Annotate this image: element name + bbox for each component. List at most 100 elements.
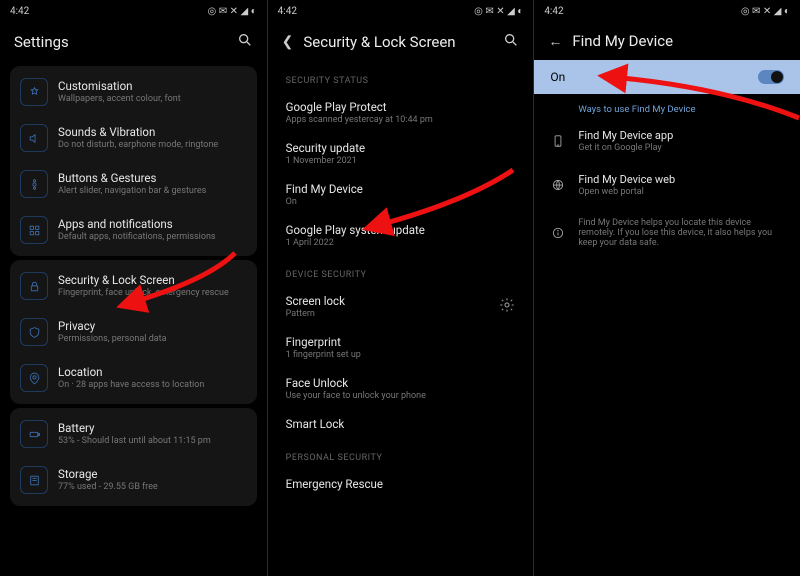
settings-row-apps[interactable]: Apps and notifications Default apps, not… bbox=[10, 207, 257, 253]
row-subtitle: 1 fingerprint set up bbox=[286, 350, 516, 360]
settings-group: Customisation Wallpapers, accent colour,… bbox=[10, 66, 257, 256]
settings-row-location[interactable]: Location On · 28 apps have access to loc… bbox=[10, 355, 257, 401]
row-title: Google Play Protect bbox=[286, 100, 516, 114]
privacy-icon bbox=[20, 318, 48, 346]
row-subtitle: Use your face to unlock your phone bbox=[286, 391, 516, 401]
row-subtitle: Alert slider, navigation bar & gestures bbox=[58, 186, 249, 197]
row-title: Fingerprint bbox=[286, 335, 516, 349]
security-row[interactable]: Security update1 November 2021 bbox=[272, 133, 530, 174]
phone-settings: 4:42 ◎ ✉ ✕ ◢ ◐ Settings Customisation Wa… bbox=[0, 0, 267, 576]
row-subtitle: On bbox=[286, 197, 516, 207]
status-icons: ◎ ✉ ✕ ◢ ◐ bbox=[208, 6, 257, 17]
security-row[interactable]: Screen lockPattern bbox=[272, 286, 530, 327]
location-icon bbox=[20, 364, 48, 392]
settings-row-customisation[interactable]: Customisation Wallpapers, accent colour,… bbox=[10, 69, 257, 115]
lock-icon bbox=[20, 272, 48, 300]
battery-icon bbox=[20, 420, 48, 448]
row-subtitle: Open web portal bbox=[578, 187, 784, 197]
info-icon bbox=[550, 226, 566, 240]
row-title: Apps and notifications bbox=[58, 217, 249, 231]
settings-list[interactable]: Customisation Wallpapers, accent colour,… bbox=[0, 62, 267, 576]
toggle-row[interactable]: On bbox=[534, 60, 800, 94]
settings-row-battery[interactable]: Battery 53% - Should last until about 11… bbox=[10, 411, 257, 457]
row-title: Smart Lock bbox=[286, 417, 516, 431]
security-row[interactable]: Smart Lock bbox=[272, 409, 530, 439]
page-title: Settings bbox=[14, 33, 227, 51]
row-title: Face Unlock bbox=[286, 376, 516, 390]
apps-icon bbox=[20, 216, 48, 244]
toggle-label: On bbox=[550, 70, 746, 84]
row-title: Google Play system update bbox=[286, 223, 516, 237]
back-icon[interactable]: ← bbox=[548, 33, 562, 50]
row-title: Battery bbox=[58, 421, 249, 435]
row-subtitle: 53% - Should last until about 11:15 pm bbox=[58, 436, 249, 447]
row-title: Find My Device web bbox=[578, 173, 784, 186]
row-subtitle: On · 28 apps have access to location bbox=[58, 380, 249, 391]
settings-row-lock[interactable]: Security & Lock Screen Fingerprint, face… bbox=[10, 263, 257, 309]
status-time: 4:42 bbox=[278, 6, 297, 17]
settings-row-privacy[interactable]: Privacy Permissions, personal data bbox=[10, 309, 257, 355]
back-icon[interactable]: ❮ bbox=[282, 34, 294, 50]
row-subtitle: Pattern bbox=[286, 309, 500, 319]
security-row[interactable]: Find My DeviceOn bbox=[272, 174, 530, 215]
row-subtitle: Default apps, notifications, permissions bbox=[58, 232, 249, 243]
security-row[interactable]: Google Play ProtectApps scanned yesterca… bbox=[272, 92, 530, 133]
row-title: Location bbox=[58, 365, 249, 379]
storage-icon bbox=[20, 466, 48, 494]
phone-security: 4:42 ◎ ✉ ✕ ◢ ◐ ❮ Security & Lock Screen … bbox=[267, 0, 534, 576]
fmd-row[interactable]: Find My Device app Get it on Google Play bbox=[534, 119, 800, 163]
row-title: Customisation bbox=[58, 79, 249, 93]
status-icons: ◎ ✉ ✕ ◢ ◐ bbox=[474, 6, 523, 17]
row-subtitle: Fingerprint, face unlock, emergency resc… bbox=[58, 288, 249, 299]
status-bar: 4:42 ◎ ✉ ✕ ◢ ◐ bbox=[0, 0, 267, 22]
status-bar: 4:42 ◎ ✉ ✕ ◢ ◐ bbox=[268, 0, 534, 22]
globe-icon bbox=[550, 178, 566, 192]
row-subtitle: Find My Device helps you locate this dev… bbox=[578, 218, 784, 248]
security-row[interactable]: Fingerprint1 fingerprint set up bbox=[272, 327, 530, 368]
settings-row-buttons[interactable]: Buttons & Gestures Alert slider, navigat… bbox=[10, 161, 257, 207]
customisation-icon bbox=[20, 78, 48, 106]
buttons-icon bbox=[20, 170, 48, 198]
findmydevice-list: Find My Device app Get it on Google Play… bbox=[534, 119, 800, 258]
header: ← Find My Device bbox=[534, 22, 800, 60]
security-list[interactable]: SECURITY STATUS Google Play ProtectApps … bbox=[268, 62, 534, 576]
status-time: 4:42 bbox=[544, 6, 563, 17]
search-icon[interactable] bbox=[503, 32, 519, 52]
settings-row-storage[interactable]: Storage 77% used - 29.55 GB free bbox=[10, 457, 257, 503]
ways-header: Ways to use Find My Device bbox=[534, 94, 800, 119]
header: ❮ Security & Lock Screen bbox=[268, 22, 534, 62]
row-subtitle: Wallpapers, accent colour, font bbox=[58, 94, 249, 105]
row-subtitle: 1 November 2021 bbox=[286, 156, 516, 166]
row-title: Find My Device bbox=[286, 182, 516, 196]
security-row[interactable]: Face UnlockUse your face to unlock your … bbox=[272, 368, 530, 409]
search-icon[interactable] bbox=[237, 32, 253, 52]
status-bar: 4:42 ◎ ✉ ✕ ◢ ◐ bbox=[534, 0, 800, 22]
security-row[interactable]: Emergency Rescue bbox=[272, 469, 530, 499]
toggle-switch[interactable] bbox=[758, 70, 784, 84]
gear-icon[interactable] bbox=[499, 297, 515, 317]
header: Settings bbox=[0, 22, 267, 62]
status-time: 4:42 bbox=[10, 6, 29, 17]
phone-findmydevice: 4:42 ◎ ✉ ✕ ◢ ◐ ← Find My Device On Ways … bbox=[533, 0, 800, 576]
row-title: Sounds & Vibration bbox=[58, 125, 249, 139]
section-header: PERSONAL SECURITY bbox=[272, 439, 530, 469]
fmd-row[interactable]: Find My Device web Open web portal bbox=[534, 163, 800, 207]
settings-group: Battery 53% - Should last until about 11… bbox=[10, 408, 257, 506]
row-title: Buttons & Gestures bbox=[58, 171, 249, 185]
settings-row-sounds[interactable]: Sounds & Vibration Do not disturb, earph… bbox=[10, 115, 257, 161]
fmd-row: Find My Device helps you locate this dev… bbox=[534, 207, 800, 258]
page-title: Security & Lock Screen bbox=[303, 33, 493, 51]
row-title: Privacy bbox=[58, 319, 249, 333]
security-row[interactable]: Google Play system update1 April 2022 bbox=[272, 215, 530, 256]
settings-group: Security & Lock Screen Fingerprint, face… bbox=[10, 260, 257, 404]
row-title: Storage bbox=[58, 467, 249, 481]
page-title: Find My Device bbox=[572, 32, 786, 50]
row-subtitle: Do not disturb, earphone mode, ringtone bbox=[58, 140, 249, 151]
row-subtitle: Apps scanned yestercay at 10:44 pm bbox=[286, 115, 516, 125]
section-header: SECURITY STATUS bbox=[272, 62, 530, 92]
row-title: Security update bbox=[286, 141, 516, 155]
row-subtitle: Permissions, personal data bbox=[58, 334, 249, 345]
status-icons: ◎ ✉ ✕ ◢ ◐ bbox=[741, 6, 790, 17]
phone-icon bbox=[550, 134, 566, 148]
row-title: Find My Device app bbox=[578, 129, 784, 142]
